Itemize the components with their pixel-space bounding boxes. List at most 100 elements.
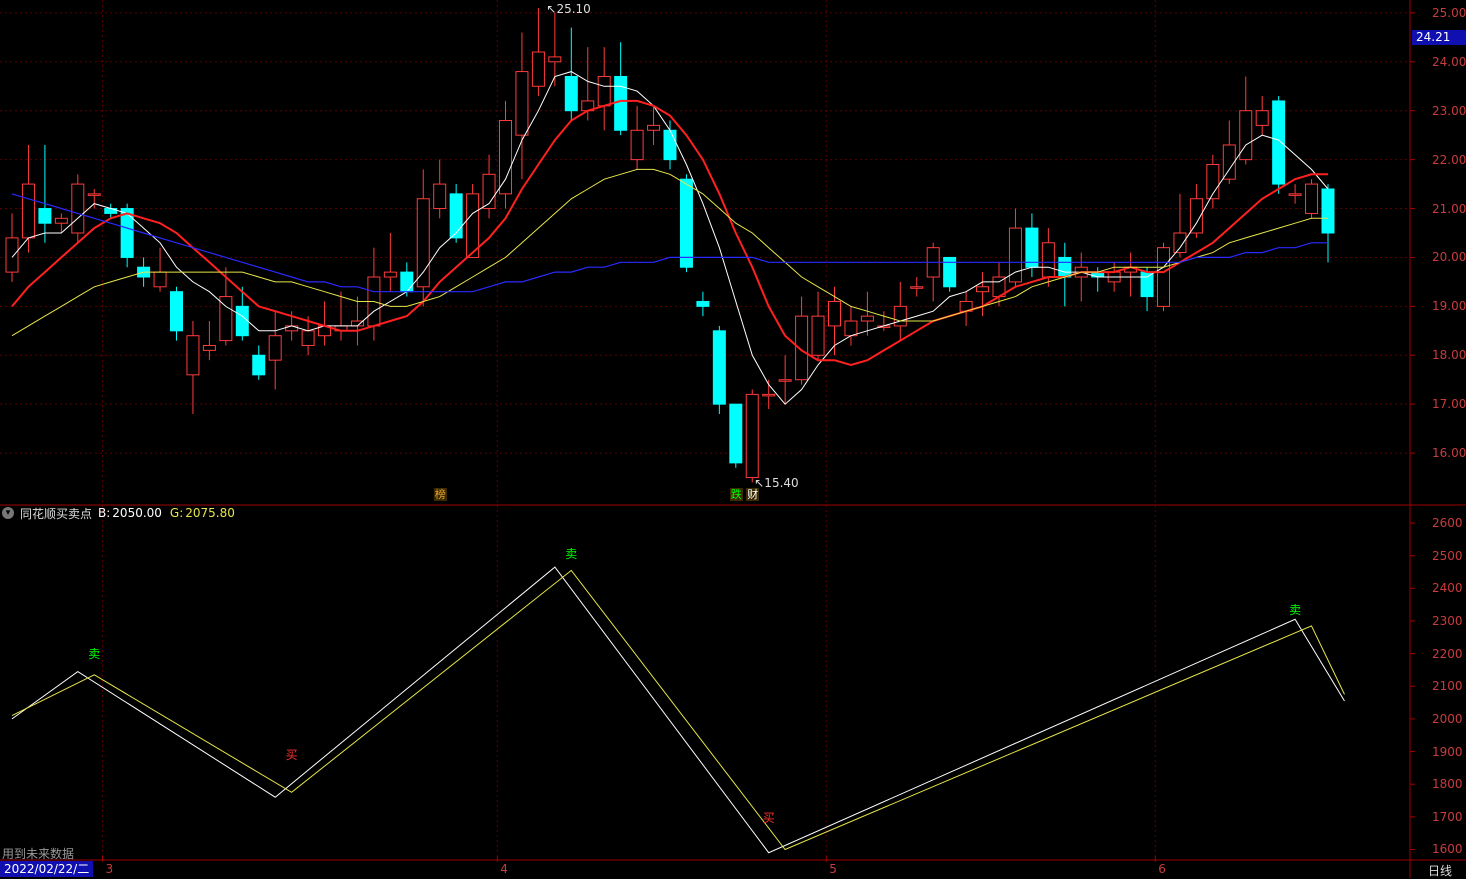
g-label: G: xyxy=(169,506,184,520)
candle-up xyxy=(745,393,759,479)
low-price-label: ↖15.40 xyxy=(754,476,799,491)
candle-up xyxy=(762,393,776,397)
price-tick-label: 18.00 xyxy=(1432,348,1466,363)
price-tick-label: 22.00 xyxy=(1432,152,1466,167)
price-tick-label: 23.00 xyxy=(1432,103,1466,118)
price-tick-label: 24.00 xyxy=(1432,54,1466,69)
indicator-tick-label: 2400 xyxy=(1432,581,1463,596)
candle-down xyxy=(1140,271,1154,298)
candle-down xyxy=(170,291,183,332)
candle-up xyxy=(1288,193,1302,196)
indicator-name: 同花顺买卖点 xyxy=(20,506,93,521)
sell-signal: 卖 xyxy=(1289,602,1302,617)
indicator-tick-label: 2500 xyxy=(1432,548,1463,563)
candle-down xyxy=(679,178,693,268)
candle-up xyxy=(630,129,644,161)
buy-signal: 买 xyxy=(762,811,775,826)
candle-up xyxy=(976,286,990,293)
sell-signal: 卖 xyxy=(565,547,578,562)
price-tick-label: 16.00 xyxy=(1432,446,1466,461)
candle-up xyxy=(153,271,167,288)
candle-down xyxy=(663,129,677,161)
candle-down xyxy=(1321,188,1335,234)
candle-up xyxy=(416,198,430,288)
cursor-date: 2022/02/22/二 xyxy=(0,861,94,877)
candle-down xyxy=(400,271,414,293)
period-selector[interactable]: 日线 xyxy=(1428,862,1452,879)
candle-up xyxy=(1173,232,1187,254)
b-value: 2050.00 xyxy=(112,506,162,520)
b-label: B: xyxy=(98,506,111,520)
grid xyxy=(0,0,1410,856)
candle-up xyxy=(301,330,315,346)
month-tick-label: 6 xyxy=(1158,862,1166,876)
collapse-icon[interactable]: ▾ xyxy=(2,507,14,519)
indicator-tick-label: 1900 xyxy=(1432,744,1463,759)
candle-down xyxy=(614,75,628,131)
candle-up xyxy=(268,335,282,361)
candle-up xyxy=(499,119,512,195)
candle-up xyxy=(1041,242,1055,278)
chart-canvas[interactable] xyxy=(0,0,1466,878)
candle-up xyxy=(54,217,68,224)
candle-down xyxy=(449,193,463,239)
candle-down xyxy=(1058,256,1072,278)
price-tick-label: 20.00 xyxy=(1432,250,1466,265)
candle-down xyxy=(729,403,743,464)
month-tick-label: 5 xyxy=(829,862,837,876)
candle-up xyxy=(647,124,661,131)
candlestick-series xyxy=(5,8,1335,483)
candle-up xyxy=(811,315,825,356)
price-tick-label: 21.00 xyxy=(1432,201,1466,216)
candle-down xyxy=(1272,100,1286,185)
candle-down xyxy=(564,75,578,112)
candle-up xyxy=(1222,144,1236,180)
candle-up xyxy=(71,183,85,234)
indicator-tick-label: 1600 xyxy=(1432,842,1463,857)
indicator-lines xyxy=(11,566,1345,854)
candle-up xyxy=(21,183,35,239)
candle-down xyxy=(235,305,249,337)
candle-up xyxy=(1305,183,1319,214)
current-price-tag: 24.21 xyxy=(1412,30,1466,45)
candle-up xyxy=(597,75,611,107)
candle-up xyxy=(778,379,792,382)
indicator-tick-label: 2200 xyxy=(1432,646,1463,661)
candle-up xyxy=(515,71,529,136)
candle-up xyxy=(531,51,545,87)
candle-up xyxy=(844,320,858,337)
indicator-tick-label: 2600 xyxy=(1432,516,1463,531)
event-tag: 榜 xyxy=(433,488,447,501)
indicator-tick-label: 2000 xyxy=(1432,711,1463,726)
candle-up xyxy=(1255,110,1269,126)
candle-up xyxy=(1157,247,1170,307)
indicator-header: ▾ 同花顺买卖点 B: 2050.00 G: 2075.80 xyxy=(2,505,235,521)
indicator-line-g xyxy=(11,569,1345,851)
candle-up xyxy=(383,271,397,278)
candle-up xyxy=(202,344,216,351)
month-tick-label: 3 xyxy=(105,862,114,876)
candle-up xyxy=(87,193,101,196)
price-tick-label: 17.00 xyxy=(1432,397,1466,412)
candle-up xyxy=(860,315,874,322)
buy-signal: 买 xyxy=(285,747,298,762)
candle-down xyxy=(252,354,266,376)
candle-down xyxy=(712,330,726,405)
candle-down xyxy=(696,300,710,307)
candle-up xyxy=(433,183,447,210)
candle-down xyxy=(1025,227,1039,268)
candle-up xyxy=(1008,227,1022,283)
indicator-tick-label: 1700 xyxy=(1432,809,1463,824)
high-price-label: ↖25.10 xyxy=(546,2,591,16)
future-data-note: 用到未来数据 xyxy=(2,847,75,861)
month-tick-label: 4 xyxy=(500,862,508,876)
indicator-tick-label: 2300 xyxy=(1432,613,1463,628)
sell-signal: 卖 xyxy=(88,646,101,661)
candle-up xyxy=(910,286,924,289)
event-tag: 跌 xyxy=(729,488,743,501)
indicator-tick-label: 1800 xyxy=(1432,777,1463,792)
indicator-tick-label: 2100 xyxy=(1432,679,1463,694)
candle-up xyxy=(5,237,19,273)
candle-up xyxy=(1239,110,1253,161)
candle-down xyxy=(38,208,52,224)
